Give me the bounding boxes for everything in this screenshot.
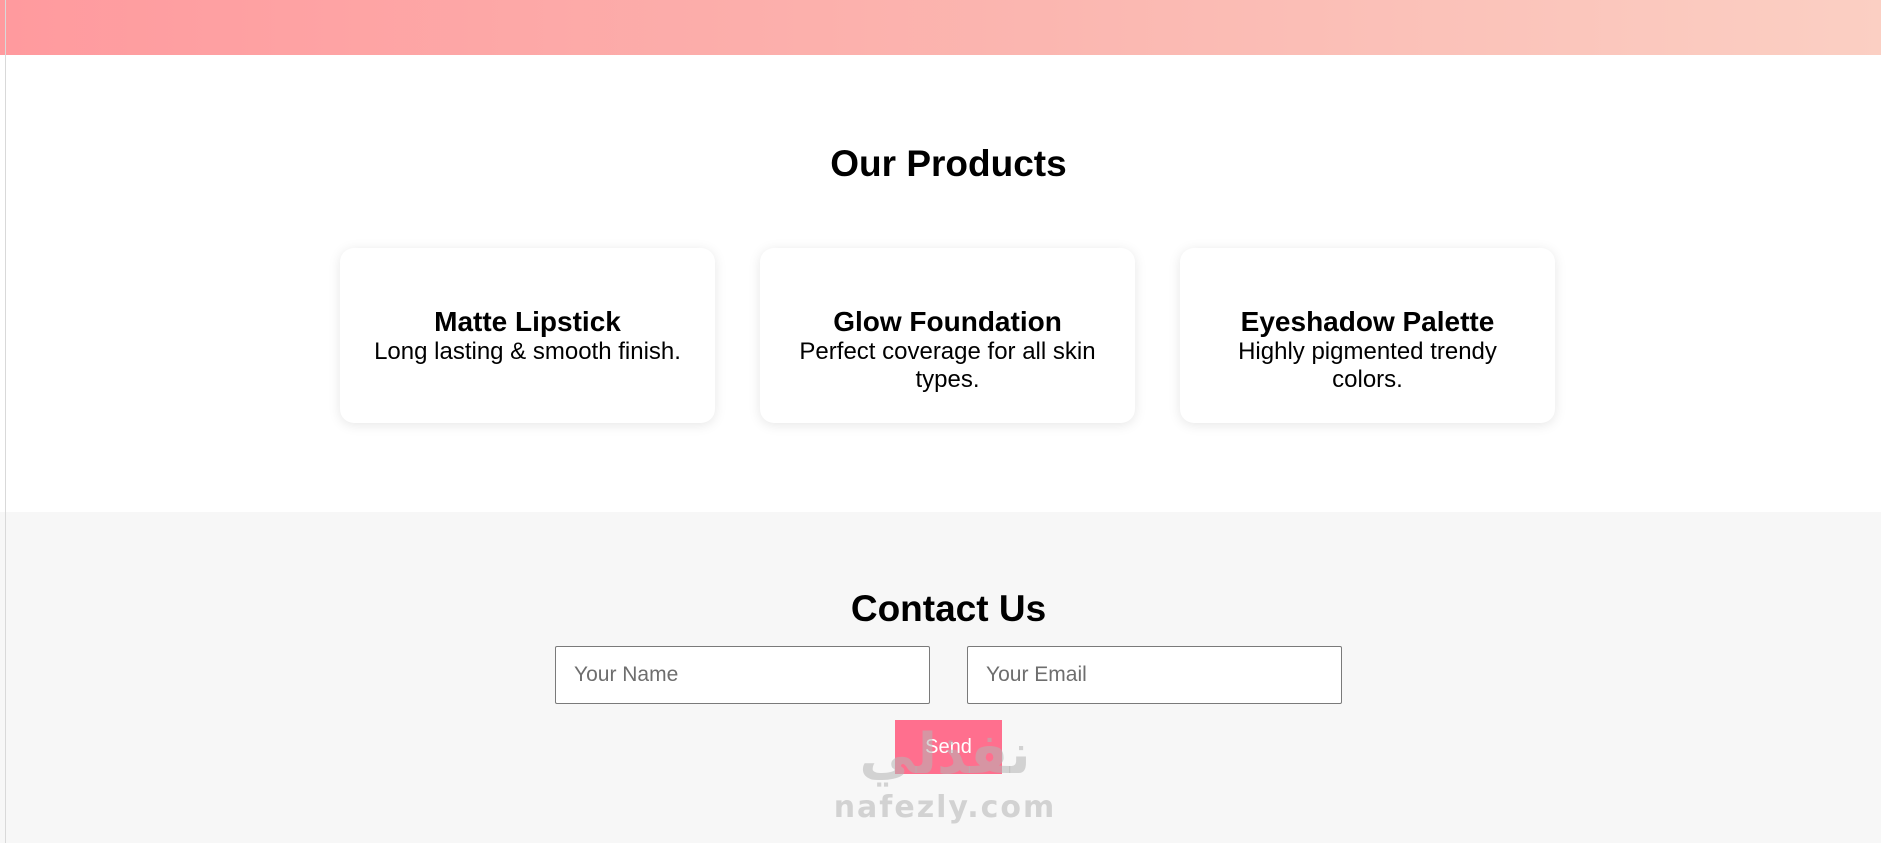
page-left-border — [5, 0, 6, 843]
products-section: Our Products Matte Lipstick Long lasting… — [0, 55, 1881, 512]
product-card-glow-foundation: Glow Foundation Perfect coverage for all… — [760, 248, 1135, 423]
product-description: Perfect coverage for all skin types. — [799, 338, 1096, 393]
page: Our Products Matte Lipstick Long lasting… — [0, 0, 1881, 843]
product-description: Highly pigmented trendy colors. — [1238, 338, 1497, 393]
products-title: Our Products — [830, 143, 1067, 184]
name-input[interactable] — [555, 646, 930, 704]
product-description: Long lasting & smooth finish. — [374, 338, 681, 365]
email-input[interactable] — [967, 646, 1342, 704]
contact-section: Contact Us Send — [0, 512, 1881, 843]
product-name: Glow Foundation — [833, 306, 1062, 337]
product-card-matte-lipstick: Matte Lipstick Long lasting & smooth fin… — [340, 248, 715, 423]
send-button[interactable]: Send — [895, 720, 1002, 774]
hero-banner — [0, 0, 1881, 55]
product-name: Matte Lipstick — [434, 306, 621, 337]
product-card-eyeshadow-palette: Eyeshadow Palette Highly pigmented trend… — [1180, 248, 1555, 423]
product-name: Eyeshadow Palette — [1240, 306, 1495, 337]
contact-title: Contact Us — [850, 588, 1047, 629]
